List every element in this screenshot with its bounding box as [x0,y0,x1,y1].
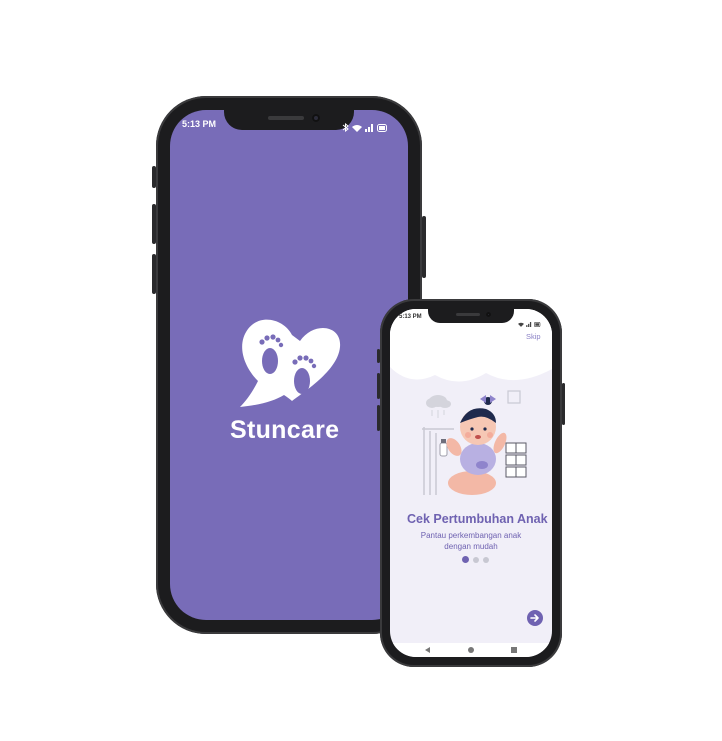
page-dot-1-active[interactable] [462,556,469,563]
onboarding-screen: 5:13 PM Skip Cek Pertumbuhan Anak Pantau… [390,309,552,657]
app-name: Stuncare [230,416,340,444]
speaker [456,313,480,316]
heart-feet-icon [240,319,341,407]
power-button [422,216,426,278]
status-time: 5:13 PM [399,314,422,320]
status-icons [518,314,541,332]
status-icons [342,119,388,137]
volume-down-button [152,204,156,244]
page-dot-2[interactable] [473,557,479,563]
power-button [562,383,565,425]
next-button[interactable] [527,610,543,626]
volume-up-button [152,166,156,188]
page-dot-3[interactable] [483,557,489,563]
toy-blocks [505,442,527,478]
bluetooth-icon [342,119,349,137]
status-time: 5:13 PM [182,119,217,129]
front-camera [486,312,491,317]
onboarding-subtitle: Pantau perkembangan anak dengan mudah [410,530,532,552]
subtitle-line-2: dengan mudah [444,542,498,551]
volume-down-button [377,373,380,399]
back-icon[interactable] [425,647,431,653]
wifi-icon [518,314,524,332]
cloud-icon [426,395,451,418]
battery-icon [377,119,388,137]
signal-icon [526,314,532,332]
baby-illustration [420,387,530,499]
mute-button [377,405,380,431]
battery-icon [534,314,541,332]
front-camera [312,114,320,122]
mute-button [152,254,156,294]
onboarding-title: Cek Pertumbuhan Anak [407,512,548,526]
arrow-right-icon [530,614,539,622]
signal-icon [365,119,374,137]
notch [428,309,514,323]
onboarding-phone: 5:13 PM Skip Cek Pertumbuhan Anak Pantau… [377,299,565,667]
skip-button[interactable]: Skip [526,332,541,341]
stuncare-logo [240,315,344,413]
subtitle-line-1: Pantau perkembangan anak [420,531,522,540]
navigation-bar [390,643,552,657]
volume-up-button [377,349,380,363]
notch [224,110,354,130]
bottle-icon [439,439,448,457]
home-icon[interactable] [468,647,474,653]
wifi-icon [352,119,362,137]
recents-icon[interactable] [511,647,517,653]
speaker [268,116,304,120]
splash-screen: 5:13 PM Stuncare [170,110,408,620]
